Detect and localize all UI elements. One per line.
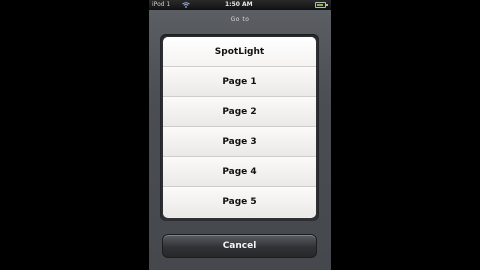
option-page-3[interactable]: Page 3 [163, 127, 316, 157]
status-time: 1:50 AM [225, 1, 253, 8]
option-picker: SpotLight Page 1 Page 2 Page 3 Page 4 Pa… [160, 34, 319, 221]
option-page-2[interactable]: Page 2 [163, 97, 316, 127]
cancel-button[interactable]: Cancel [162, 234, 317, 258]
phone-screen: iPod 1 1:50 AM Go to SpotLight Page 1 Pa… [149, 0, 331, 270]
option-page-1[interactable]: Page 1 [163, 67, 316, 97]
sheet-title: Go to [230, 16, 250, 23]
battery-icon [315, 2, 328, 8]
option-page-4[interactable]: Page 4 [163, 157, 316, 187]
option-list: SpotLight Page 1 Page 2 Page 3 Page 4 Pa… [163, 37, 316, 218]
option-page-5[interactable]: Page 5 [163, 187, 316, 217]
status-bar: iPod 1 1:50 AM [149, 0, 331, 10]
wifi-icon [182, 2, 190, 8]
option-spotlight[interactable]: SpotLight [163, 37, 316, 67]
carrier-label: iPod 1 [152, 1, 171, 8]
